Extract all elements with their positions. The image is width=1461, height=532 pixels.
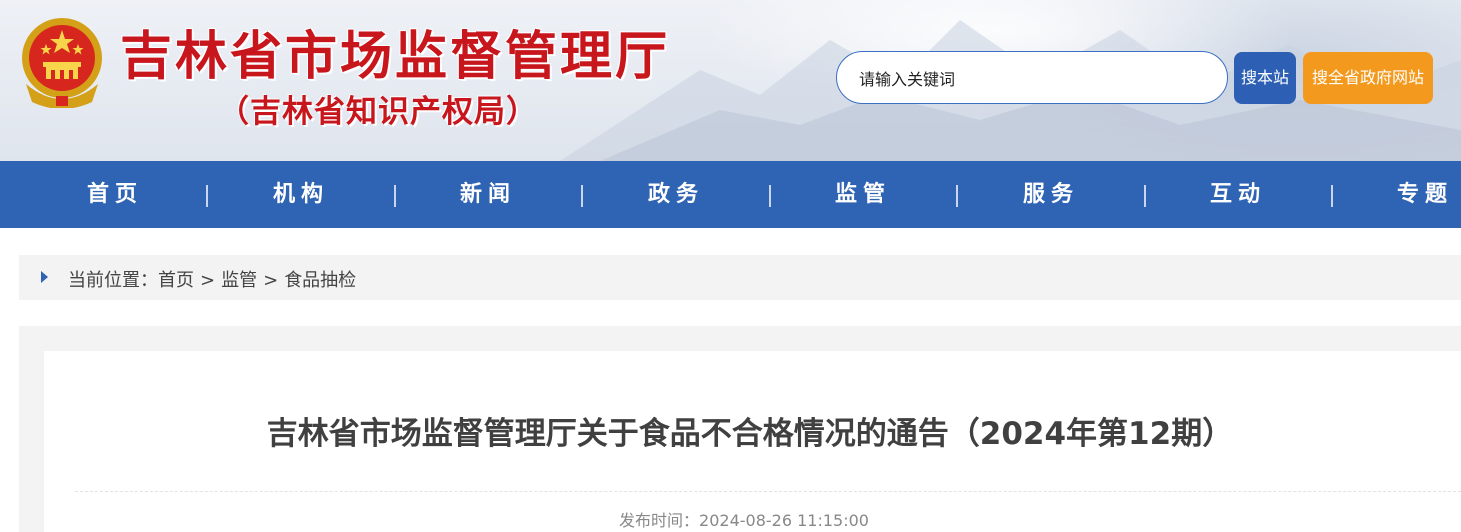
nav-separator [769,185,771,207]
nav-item-news[interactable]: 新闻 [433,161,543,228]
nav-item-organization[interactable]: 机构 [246,161,356,228]
site-title: 吉林省市场监督管理厅 [120,27,671,87]
breadcrumb-food-sampling-link[interactable]: 食品抽检 [284,266,356,292]
nav-separator [581,185,583,207]
nav-item-services[interactable]: 服务 [996,161,1106,228]
nav-item-home[interactable]: 首页 [60,161,170,228]
breadcrumb-separator: > [200,270,216,291]
nav-item-government-affairs[interactable]: 政务 [621,161,731,228]
breadcrumb-arrow-icon [41,271,48,283]
nav-item-topics[interactable]: 专题 [1371,161,1459,228]
title-divider [75,491,1461,492]
breadcrumb-supervision-link[interactable]: 监管 [221,266,257,292]
breadcrumb: 当前位置：首页 > 监管 > 食品抽检 [19,255,1461,300]
breadcrumb-trail: 当前位置：首页 > 监管 > 食品抽检 [68,266,356,292]
nav-item-supervision[interactable]: 监管 [808,161,918,228]
nav-item-interaction[interactable]: 互动 [1183,161,1293,228]
search-province-button[interactable]: 搜全省政府网站 [1303,52,1433,104]
publish-time: 2024-08-26 11:15:00 [699,511,869,530]
search-box [836,51,1228,104]
nav-separator [1144,185,1146,207]
nav-separator [956,185,958,207]
nav-separator [206,185,208,207]
nav-separator [394,185,396,207]
main-nav: 首页 机构 新闻 政务 监管 服务 互动 专题 [0,161,1461,228]
national-emblem-icon [22,18,102,108]
search-site-button[interactable]: 搜本站 [1234,52,1296,104]
search-input[interactable] [857,64,1201,94]
nav-separator [1331,185,1333,207]
breadcrumb-home-link[interactable]: 首页 [158,266,194,292]
publish-info: 发布时间：2024-08-26 11:15:00 [0,507,1461,531]
breadcrumb-prefix: 当前位置： [68,270,158,291]
article-title: 吉林省市场监督管理厅关于食品不合格情况的通告（2024年第12期） [266,416,1234,452]
publish-label: 发布时间： [619,511,700,530]
site-subtitle: （吉林省知识产权局） [218,94,538,130]
site-header: 吉林省市场监督管理厅 （吉林省知识产权局） 搜本站 搜全省政府网站 [0,0,1461,161]
breadcrumb-separator: > [263,270,279,291]
